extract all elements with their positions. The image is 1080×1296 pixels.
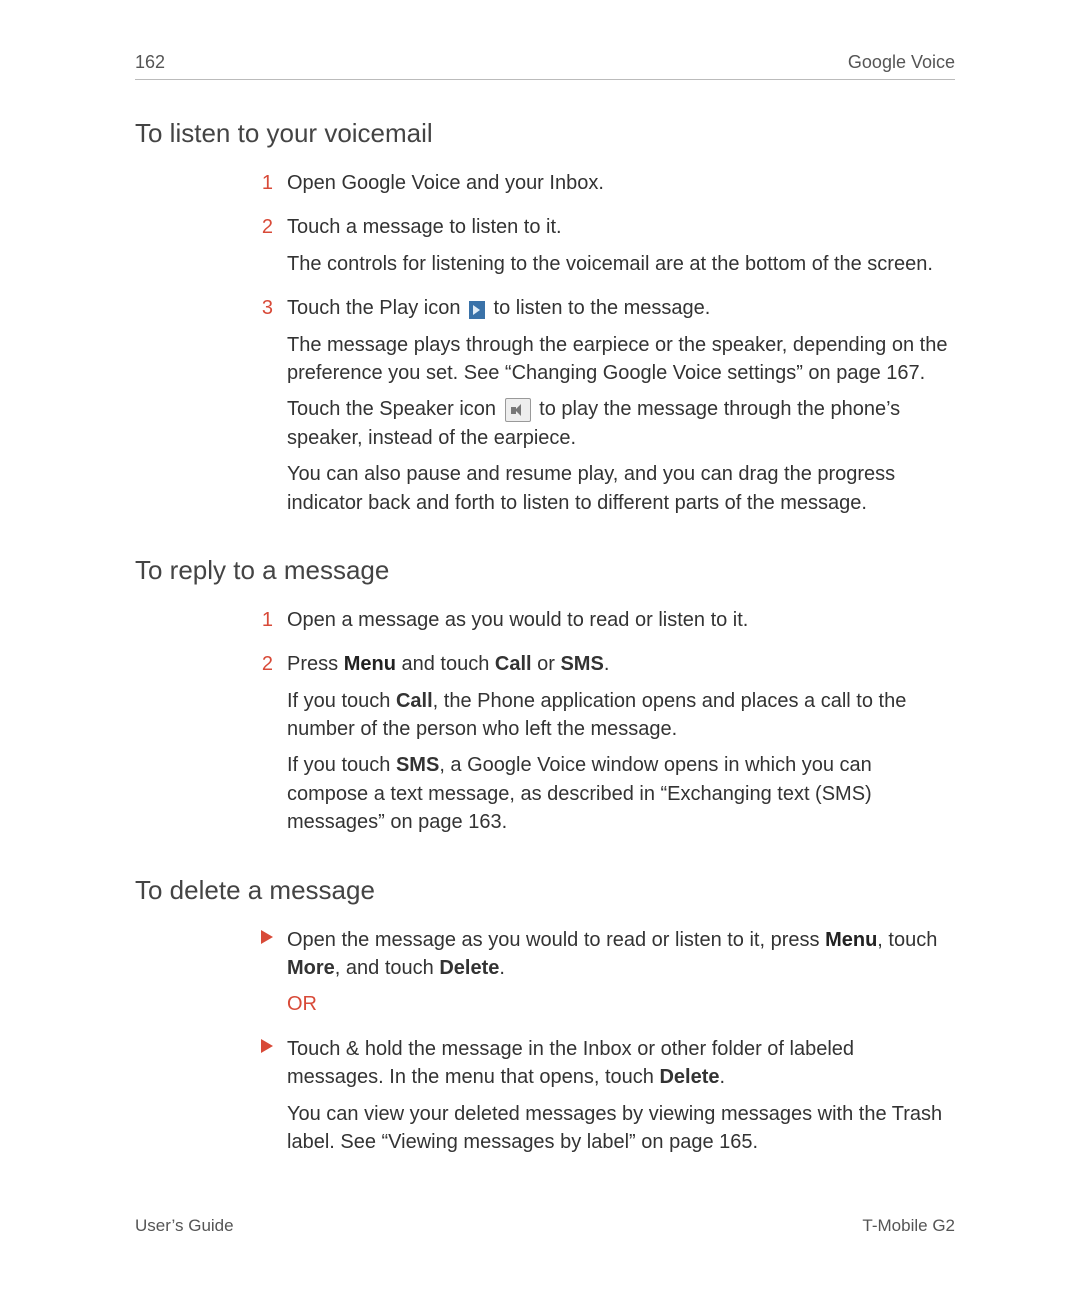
bullet-body: Touch & hold the message in the Inbox or…	[287, 1035, 955, 1165]
section-heading: To listen to your voicemail	[135, 118, 955, 149]
paragraph: Open the message as you would to read or…	[287, 926, 955, 983]
header-section: Google Voice	[848, 52, 955, 73]
bold-text: Delete	[659, 1066, 719, 1088]
menu-key: Menu	[344, 653, 396, 675]
triangle-icon	[261, 930, 273, 944]
step-body: Open Google Voice and your Inbox.	[287, 169, 955, 205]
step-number: 2	[247, 650, 273, 844]
step-number: 2	[247, 213, 273, 286]
bullet-list: Open the message as you would to read or…	[247, 926, 955, 1165]
bold-text: Call	[495, 653, 532, 675]
footer-right: T-Mobile G2	[862, 1216, 955, 1236]
paragraph: Touch the Speaker icon to play the messa…	[287, 395, 955, 452]
step-body: Press Menu and touch Call or SMS. If you …	[287, 650, 955, 844]
step-number: 1	[247, 606, 273, 642]
paragraph: Open a message as you would to read or l…	[287, 606, 955, 634]
step-body: Open a message as you would to read or l…	[287, 606, 955, 642]
bold-text: More	[287, 957, 335, 979]
step-list: 1 Open a message as you would to read or …	[247, 606, 955, 845]
step-number: 3	[247, 294, 273, 525]
menu-key: Menu	[825, 929, 877, 951]
section-heading: To reply to a message	[135, 555, 955, 586]
step-body: Touch the Play icon to listen to the mes…	[287, 294, 955, 525]
bold-text: SMS	[396, 754, 439, 776]
bullet-item: Open the message as you would to read or…	[247, 926, 955, 1027]
paragraph: The controls for listening to the voicem…	[287, 250, 955, 278]
bullet-item: Touch & hold the message in the Inbox or…	[247, 1035, 955, 1165]
step: 2 Press Menu and touch Call or SMS. If you…	[247, 650, 955, 844]
page: 162 Google Voice To listen to your voice…	[0, 0, 1080, 1232]
step: 1 Open a message as you would to read or …	[247, 606, 955, 642]
paragraph: The message plays through the earpiece o…	[287, 331, 955, 388]
step: 2 Touch a message to listen to it. The con…	[247, 213, 955, 286]
speaker-icon	[505, 398, 531, 422]
paragraph: OR	[287, 990, 955, 1018]
section-heading: To delete a message	[135, 875, 955, 906]
page-number: 162	[135, 52, 165, 73]
step-list: 1Open Google Voice and your Inbox.2Touch…	[247, 169, 955, 525]
triangle-icon	[261, 1039, 273, 1053]
page-footer: User’s Guide T-Mobile G2	[135, 1216, 955, 1236]
bullet-marker	[247, 926, 273, 1027]
footer-left: User’s Guide	[135, 1216, 234, 1236]
bold-text: Call	[396, 690, 433, 712]
paragraph: Touch the Play icon to listen to the mes…	[287, 294, 955, 322]
step-number: 1	[247, 169, 273, 205]
paragraph: You can also pause and resume play, and …	[287, 460, 955, 517]
paragraph: Touch a message to listen to it.	[287, 213, 955, 241]
step-body: Touch a message to listen to it. The cont…	[287, 213, 955, 286]
step: 3 Touch the Play icon to listen to the me…	[247, 294, 955, 525]
bold-text: Delete	[439, 957, 499, 979]
paragraph: If you touch Call, the Phone application…	[287, 687, 955, 744]
bullet-body: Open the message as you would to read or…	[287, 926, 955, 1027]
step: 1 Open Google Voice and your Inbox.	[247, 169, 955, 205]
bold-text: SMS	[560, 653, 603, 675]
paragraph: Touch & hold the message in the Inbox or…	[287, 1035, 955, 1092]
paragraph: Press Menu and touch Call or SMS.	[287, 650, 955, 678]
bullet-marker	[247, 1035, 273, 1165]
paragraph: If you touch SMS, a Google Voice window …	[287, 751, 955, 836]
page-header: 162 Google Voice	[135, 52, 955, 80]
play-icon	[469, 301, 485, 319]
or-label: OR	[287, 993, 317, 1015]
paragraph: You can view your deleted messages by vi…	[287, 1100, 955, 1157]
paragraph: Open Google Voice and your Inbox.	[287, 169, 955, 197]
